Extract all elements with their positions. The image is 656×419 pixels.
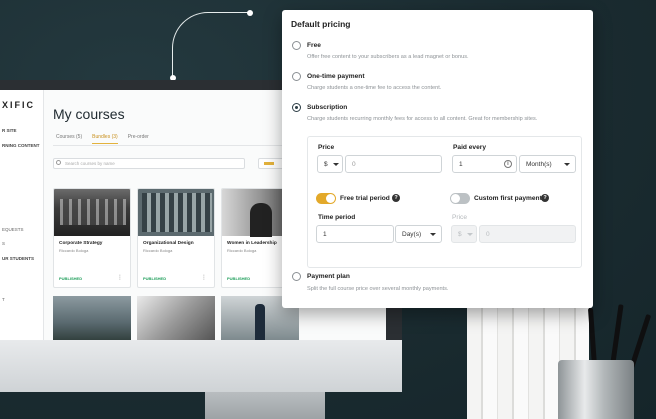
free-trial-toggle[interactable]	[316, 193, 336, 204]
chevron-down-icon	[333, 163, 339, 166]
more-options-icon[interactable]: ⋮	[117, 275, 123, 281]
default-pricing-panel: Default pricing Free Offer free content …	[282, 10, 593, 308]
course-author: Riccardo Bologa	[59, 248, 89, 253]
time-period-label: Time period	[318, 214, 356, 221]
currency-select[interactable]: $	[317, 155, 343, 173]
monitor-chin	[0, 340, 402, 392]
sidebar-item[interactable]: T	[2, 297, 5, 302]
course-card[interactable]: Organizational Design Riccardo Bologa PU…	[137, 188, 215, 288]
status-badge: PUBLISHED	[227, 276, 251, 281]
tab-pre-order[interactable]: Pre-order	[128, 134, 149, 144]
logo: XIFIC	[2, 100, 36, 110]
course-author: Riccardo Bologa	[227, 248, 257, 253]
option-description: Split the full course price over several…	[307, 286, 449, 292]
subscription-radio[interactable]	[292, 103, 301, 112]
course-card[interactable]: Corporate Strategy Riccardo Bologa PUBLI…	[53, 188, 131, 288]
sidebar-item[interactable]: RNING CONTENT	[2, 143, 40, 148]
tab-courses[interactable]: Courses (5)	[56, 134, 82, 144]
monitor-stand	[205, 392, 325, 419]
sidebar: XIFIC R SITE RNING CONTENT equests S UR …	[0, 90, 44, 340]
search-input[interactable]: Search courses by name	[53, 158, 245, 169]
price-input[interactable]: 0	[345, 155, 442, 173]
time-period-input[interactable]: 1	[316, 225, 394, 243]
search-icon	[56, 160, 61, 165]
option-description: Charge students a one-time fee to access…	[307, 85, 442, 91]
decorative-line	[172, 12, 252, 78]
info-icon: i	[504, 160, 512, 168]
course-title: Organizational Design	[143, 241, 194, 246]
course-title: Women in Leadership	[227, 241, 277, 246]
first-payment-price-input: 0	[479, 225, 576, 243]
custom-first-payment-label: Custom first payment	[474, 195, 542, 202]
chevron-down-icon	[564, 163, 570, 166]
course-author: Riccardo Bologa	[143, 248, 173, 253]
free-trial-label: Free trial period	[340, 195, 390, 202]
first-payment-price-label: Price	[452, 214, 468, 221]
tab-bundles[interactable]: Bundles (3)	[92, 134, 118, 144]
payment-plan-radio[interactable]	[292, 272, 301, 281]
chevron-down-icon	[430, 233, 436, 236]
subscription-settings: Price $ 0 Paid every 1 i Month(s) Free t…	[307, 136, 582, 268]
paid-every-label: Paid every	[453, 144, 486, 151]
sidebar-item[interactable]: equests	[2, 227, 24, 232]
course-tabs: Courses (5) Bundles (3) Pre-order	[56, 134, 149, 144]
course-thumbnail	[54, 189, 130, 236]
more-options-icon[interactable]: ⋮	[201, 275, 207, 281]
chevron-down-icon	[467, 233, 473, 236]
option-label: One-time payment	[307, 73, 365, 80]
option-label: Free	[307, 42, 321, 49]
first-payment-currency-select: $	[451, 225, 477, 243]
help-icon[interactable]: ?	[541, 194, 549, 202]
option-label: Subscription	[307, 104, 348, 111]
option-description: Offer free content to your subscribers a…	[307, 54, 469, 60]
status-badge: PUBLISHED	[59, 276, 83, 281]
custom-first-payment-toggle[interactable]	[450, 193, 470, 204]
course-thumbnail[interactable]	[137, 296, 215, 340]
sidebar-item[interactable]: UR STUDENTS	[2, 256, 34, 261]
panel-title: Default pricing	[291, 19, 351, 29]
page-title: My courses	[53, 106, 125, 122]
course-thumbnail[interactable]	[53, 296, 131, 340]
free-radio[interactable]	[292, 41, 301, 50]
option-description: Charge students recurring monthly fees f…	[307, 116, 538, 122]
option-label: Payment plan	[307, 273, 350, 280]
help-icon[interactable]: ?	[392, 194, 400, 202]
sidebar-item[interactable]: R SITE	[2, 128, 17, 133]
price-label: Price	[318, 144, 335, 151]
status-badge: PUBLISHED	[143, 276, 167, 281]
decorative-dot	[247, 10, 253, 16]
course-title: Corporate Strategy	[59, 241, 103, 246]
course-thumbnail	[138, 189, 214, 236]
pen-cup	[558, 360, 634, 419]
sidebar-item[interactable]: S	[2, 241, 5, 246]
one-time-payment-radio[interactable]	[292, 72, 301, 81]
